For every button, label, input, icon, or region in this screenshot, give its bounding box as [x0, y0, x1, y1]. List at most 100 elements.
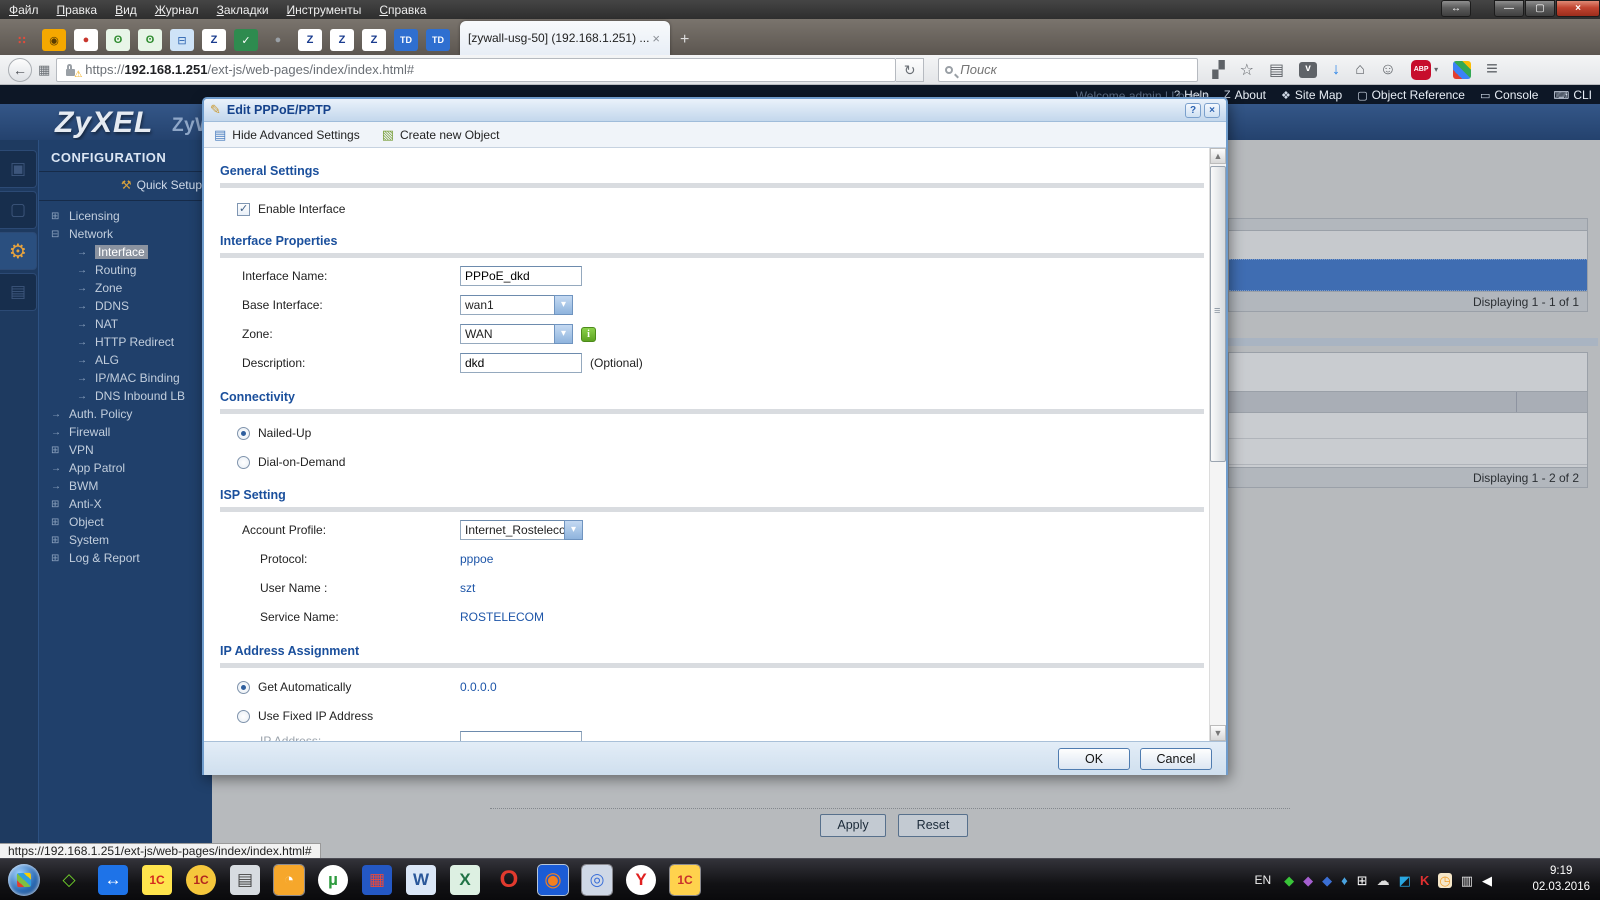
interface-name-input[interactable] [460, 266, 582, 286]
url-text[interactable]: https://192.168.1.251/ext-js/web-pages/i… [85, 62, 895, 77]
enable-interface-checkbox[interactable] [237, 202, 250, 216]
tab-favicon[interactable]: Z [330, 29, 354, 51]
minimize-button[interactable]: — [1494, 0, 1524, 17]
tray-icon[interactable]: ▥ [1461, 874, 1473, 887]
tree-expander-icon[interactable]: ⊞ [51, 517, 69, 528]
taskbar-app-icon[interactable]: Y [626, 864, 656, 895]
back-button[interactable]: ← [8, 57, 32, 82]
tab-close-icon[interactable]: × [650, 31, 662, 46]
taskbar-app-icon[interactable]: ▦ [362, 864, 392, 895]
address-bar[interactable]: ⚠ https://192.168.1.251/ext-js/web-pages… [56, 57, 897, 82]
taskbar-app-icon[interactable]: ◔ [273, 863, 305, 896]
sidebar-item[interactable]: → NAT [39, 315, 212, 333]
tree-expander-icon[interactable]: → [77, 391, 95, 402]
tab-favicon[interactable]: ʘ [106, 29, 130, 51]
reset-button[interactable]: Reset [898, 814, 968, 837]
scroll-down-icon[interactable]: ▼ [1210, 725, 1226, 741]
tab-favicon[interactable]: Z [202, 29, 226, 51]
scrollbar-thumb[interactable] [1210, 166, 1226, 462]
tray-icon[interactable]: ◷ [1438, 872, 1452, 888]
sidebar-item[interactable]: → DDNS [39, 297, 212, 315]
tree-expander-icon[interactable]: ⊞ [51, 535, 69, 546]
tree-expander-icon[interactable]: → [77, 319, 95, 330]
sidebar-item[interactable]: ⊞ System [39, 531, 212, 549]
tray-icon[interactable]: ◆ [1284, 874, 1294, 887]
clipboard-icon[interactable]: ▤ [1269, 60, 1284, 80]
search-box[interactable] [938, 57, 1199, 82]
get-automatically-radio[interactable] [237, 680, 250, 694]
ok-button[interactable]: OK [1058, 747, 1130, 770]
language-indicator[interactable]: EN [1254, 873, 1271, 887]
menu-view[interactable]: Вид [106, 2, 146, 18]
tab-favicon[interactable]: TD [426, 29, 450, 51]
tray-icon[interactable]: ☁ [1377, 874, 1390, 887]
sidebar-item[interactable]: → DNS Inbound LB [39, 387, 212, 405]
restore-button[interactable]: ▢ [1525, 0, 1555, 17]
sidebar-item[interactable]: ⊞ Licensing [39, 207, 212, 225]
bookmark-star-icon[interactable]: ☆ [1240, 60, 1254, 80]
menu-edit[interactable]: Правка [48, 2, 107, 18]
new-tab-button[interactable]: + [680, 31, 689, 49]
use-fixed-ip-radio[interactable] [237, 709, 250, 723]
tree-expander-icon[interactable]: → [77, 373, 95, 384]
reload-button[interactable]: ↻ [896, 57, 925, 82]
menu-bookmarks[interactable]: Закладки [208, 2, 278, 18]
quick-setup-link[interactable]: ⚒ Quick Setup [39, 172, 212, 201]
nailed-up-radio[interactable] [237, 426, 250, 440]
sidebar-item[interactable]: ⊞ Log & Report [39, 549, 212, 567]
sidebar-item[interactable]: → Firewall [39, 423, 212, 441]
tab-favicon[interactable]: ∷ [10, 29, 34, 51]
pocket-icon[interactable]: v [1299, 61, 1318, 78]
sidebar-item[interactable]: → Auth. Policy [39, 405, 212, 423]
dialog-close-button[interactable]: × [1204, 102, 1220, 118]
dialog-titlebar[interactable]: ✎ Edit PPPoE/PPTP ? × [204, 99, 1226, 122]
tree-expander-icon[interactable]: → [77, 283, 95, 294]
extension-icon[interactable] [1453, 60, 1472, 79]
chevron-down-icon[interactable]: ▾ [554, 295, 573, 315]
tree-expander-icon[interactable]: → [51, 409, 69, 420]
taskbar-app-icon[interactable]: 1С [186, 864, 216, 895]
sidebar-item[interactable]: → ALG [39, 351, 212, 369]
tree-expander-icon[interactable]: ⊞ [51, 553, 69, 564]
taskbar-clock[interactable]: 9:19 02.03.2016 [1532, 863, 1590, 895]
zone-info-icon[interactable]: i [581, 326, 596, 342]
tab-favicon[interactable]: ● [74, 29, 98, 51]
tray-icon[interactable]: ◆ [1322, 874, 1332, 887]
apply-button[interactable]: Apply [820, 814, 886, 837]
sidebar-item[interactable]: → Interface [39, 243, 212, 261]
cli-link[interactable]: ⌨ CLI [1553, 88, 1592, 102]
chevron-down-icon[interactable]: ▾ [554, 324, 573, 344]
about-link[interactable]: Z About [1224, 88, 1266, 102]
adblock-plus-icon[interactable]: ABP ▾ [1411, 59, 1438, 80]
dial-on-demand-radio[interactable] [237, 455, 250, 469]
scroll-up-icon[interactable]: ▲ [1210, 148, 1226, 164]
sidebar-item[interactable]: → HTTP Redirect [39, 333, 212, 351]
tree-expander-icon[interactable]: → [51, 481, 69, 492]
object-reference-link[interactable]: ▢ Object Reference [1357, 88, 1465, 102]
tab-favicon[interactable]: Z [298, 29, 322, 51]
site-icon[interactable]: ▦ [38, 62, 50, 78]
tree-expander-icon[interactable]: → [77, 247, 95, 258]
sidebar-mode-tab-icon[interactable]: ▢ [0, 191, 37, 229]
sidebar-item[interactable]: → BWM [39, 477, 212, 495]
tree-expander-icon[interactable]: ⊞ [51, 445, 69, 456]
taskbar-app-icon[interactable]: ◇ [54, 865, 84, 895]
tray-icon[interactable]: ♦ [1341, 874, 1348, 887]
tab-favicon[interactable]: ✓ [234, 29, 258, 51]
description-input[interactable] [460, 353, 582, 373]
taskbar-app-icon[interactable]: ◎ [581, 863, 613, 896]
close-window-button[interactable]: × [1556, 0, 1600, 17]
dialog-help-button[interactable]: ? [1185, 102, 1201, 118]
tray-icon[interactable]: ◀ [1482, 874, 1492, 887]
tray-icon[interactable]: K [1420, 874, 1429, 887]
console-link[interactable]: ▭ Console [1480, 88, 1538, 102]
tab-favicon[interactable]: ʘ [138, 29, 162, 51]
taskbar-app-icon[interactable]: W [406, 864, 436, 895]
taskbar-app-icon[interactable]: 1С [669, 863, 701, 896]
search-input[interactable] [960, 62, 1192, 77]
sidebar-item[interactable]: → Zone [39, 279, 212, 297]
taskbar-app-icon[interactable]: X [450, 864, 480, 895]
tree-expander-icon[interactable]: ⊞ [51, 499, 69, 510]
hide-advanced-settings-button[interactable]: ▤ Hide Advanced Settings [214, 127, 360, 143]
tray-icon[interactable]: ◆ [1303, 874, 1313, 887]
